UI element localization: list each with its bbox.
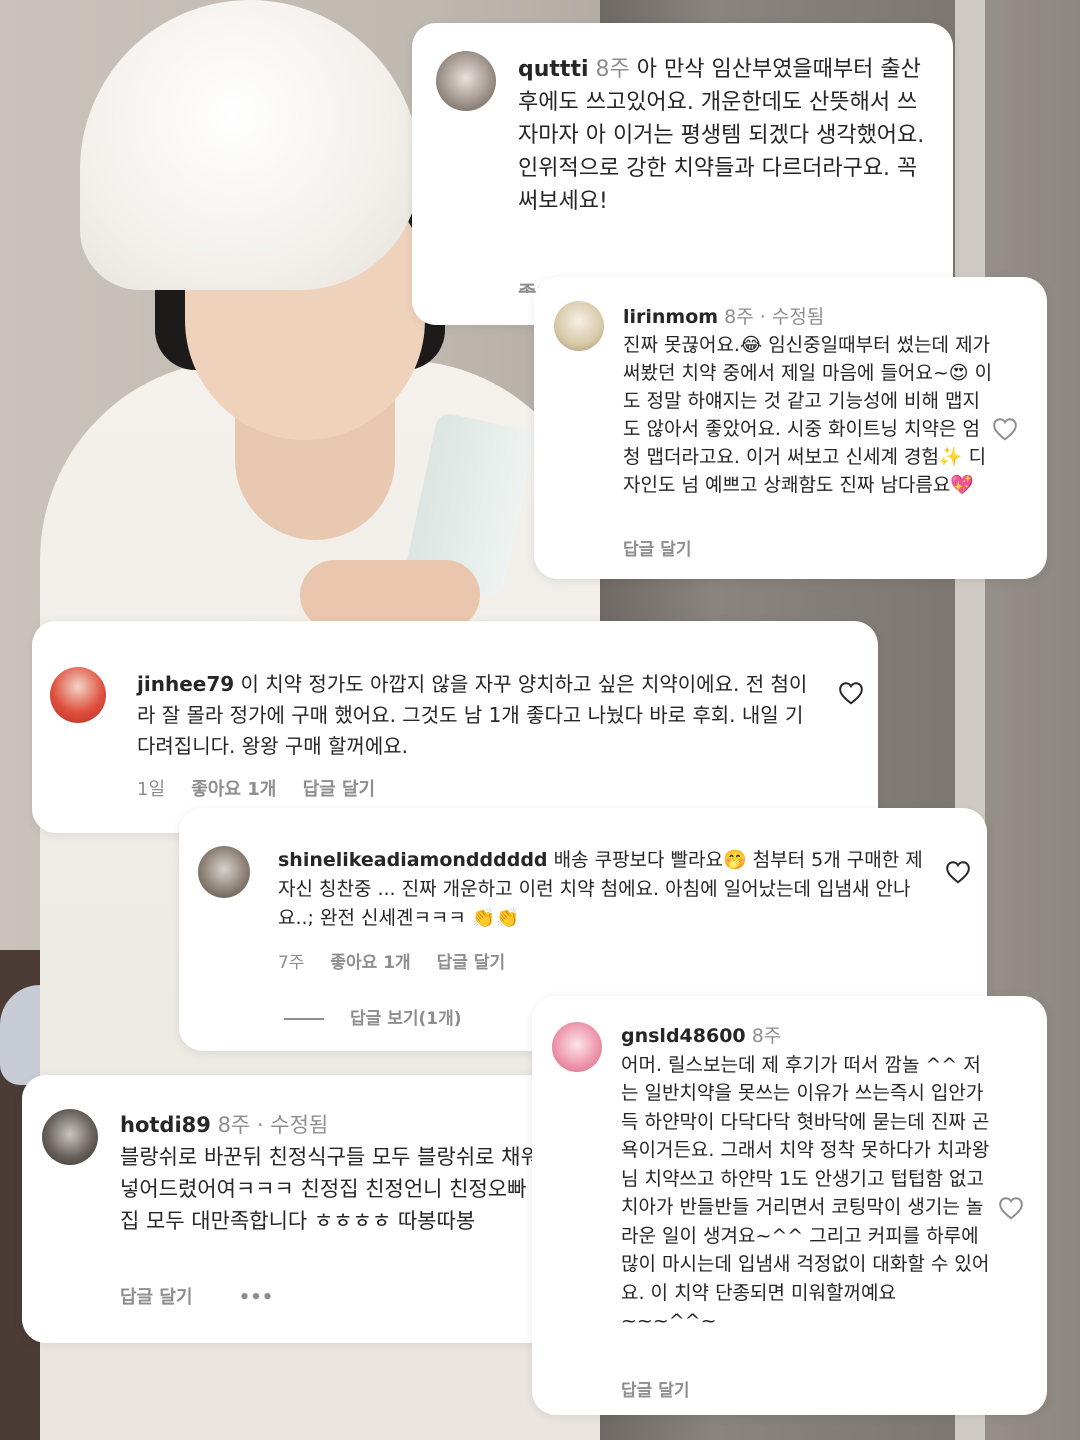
heart-outline-icon[interactable] [992, 417, 1018, 441]
username[interactable]: shinelikeadiamondddddd [278, 849, 548, 871]
username[interactable]: hotdi89 [120, 1113, 211, 1137]
avatar[interactable] [50, 667, 106, 723]
reply-button[interactable]: 답글 달기 [437, 953, 505, 973]
comment-text: 블랑쉬로 바꾼뒤 친정식구들 모두 블랑쉬로 채워넣어드렸어여ㅋㅋㅋ 친정집 친… [120, 1145, 540, 1233]
comment-body: shinelikeadiamondddddd 배송 쿠팡보다 빨라요🤭 첨부터 … [278, 846, 928, 933]
username[interactable]: quttti [518, 57, 589, 82]
likes-count[interactable]: 좋아요 1개 [330, 953, 410, 973]
more-options-icon[interactable]: ••• [239, 1287, 274, 1308]
comment-body: gnsld48600 8주 어머. 릴스보는데 제 후기가 떠서 깜놀 ^^ 저… [621, 1022, 991, 1336]
username[interactable]: lirinmom [623, 306, 718, 328]
reply-button[interactable]: 답글 달기 [621, 1381, 689, 1401]
comment-card: gnsld48600 8주 어머. 릴스보는데 제 후기가 떠서 깜놀 ^^ 저… [532, 996, 1047, 1415]
avatar[interactable] [42, 1109, 98, 1165]
comment-card: jinhee79 이 치약 정가도 아깝지 않을 자꾸 양치하고 싶은 치약이에… [32, 621, 878, 833]
comment-actions: 7주 좋아요 1개 답글 달기 [278, 948, 525, 973]
timestamp: 8주 [751, 1025, 782, 1047]
reply-button[interactable]: 답글 달기 [623, 540, 691, 560]
edited-label: · 수정됨 [759, 306, 825, 328]
reply-button[interactable]: 답글 달기 [303, 779, 376, 800]
likes-count[interactable]: 좋아요 1개 [191, 779, 276, 800]
comment-body: lirinmom 8주 · 수정됨 진짜 못끊어요.😂 임신중일때부터 썼는데 … [623, 303, 993, 499]
timestamp: 1일 [137, 779, 166, 800]
timestamp: 8주 [217, 1113, 251, 1137]
avatar[interactable] [554, 301, 604, 351]
comment-card: lirinmom 8주 · 수정됨 진짜 못끊어요.😂 임신중일때부터 썼는데 … [534, 277, 1047, 579]
hand [300, 560, 480, 630]
heart-outline-icon[interactable] [998, 1196, 1024, 1220]
heart-outline-icon[interactable] [945, 860, 971, 884]
reply-button[interactable]: 답글 달기 [120, 1287, 193, 1308]
divider [284, 1018, 324, 1020]
view-replies-button[interactable]: 답글 보기(1개) [284, 1004, 462, 1029]
comment-actions: 답글 달기 [621, 1376, 709, 1401]
comment-body: quttti 8주 아 만삭 임산부였을때부터 출산 후에도 쓰고있어요. 개운… [518, 53, 928, 218]
username[interactable]: gnsld48600 [621, 1025, 746, 1047]
comment-actions: 1일 좋아요 1개 답글 달기 [137, 775, 395, 801]
view-replies-label: 답글 보기(1개) [350, 1009, 462, 1029]
comment-card: hotdi89 8주 · 수정됨 블랑쉬로 바꾼뒤 친정식구들 모두 블랑쉬로 … [22, 1075, 590, 1343]
timestamp: 7주 [278, 953, 305, 973]
comment-actions: 답글 달기 ••• [120, 1283, 293, 1309]
timestamp: 8주 [724, 306, 754, 328]
comment-text: 이 치약 정가도 아깝지 않을 자꾸 양치하고 싶은 치약이에요. 전 첨이라 … [137, 672, 808, 758]
timestamp: 8주 [595, 57, 630, 82]
comment-body: hotdi89 8주 · 수정됨 블랑쉬로 바꾼뒤 친정식구들 모두 블랑쉬로 … [120, 1109, 540, 1237]
comment-actions: 답글 달기 [623, 535, 711, 560]
edited-label: · 수정됨 [256, 1113, 329, 1137]
comment-text: 어머. 릴스보는데 제 후기가 떠서 깜놀 ^^ 저는 일반치약을 못쓰는 이유… [621, 1053, 990, 1333]
comment-body: jinhee79 이 치약 정가도 아깝지 않을 자꾸 양치하고 싶은 치약이에… [137, 669, 817, 762]
background-photo: quttti 8주 아 만삭 임산부였을때부터 출산 후에도 쓰고있어요. 개운… [0, 0, 1080, 1440]
avatar[interactable] [436, 51, 496, 111]
avatar[interactable] [198, 846, 250, 898]
heart-outline-icon[interactable] [838, 681, 864, 705]
comment-text: 진짜 못끊어요.😂 임신중일때부터 썼는데 제가 써봤던 치약 중에서 제일 마… [623, 334, 993, 496]
avatar[interactable] [552, 1022, 602, 1072]
username[interactable]: jinhee79 [137, 672, 234, 696]
